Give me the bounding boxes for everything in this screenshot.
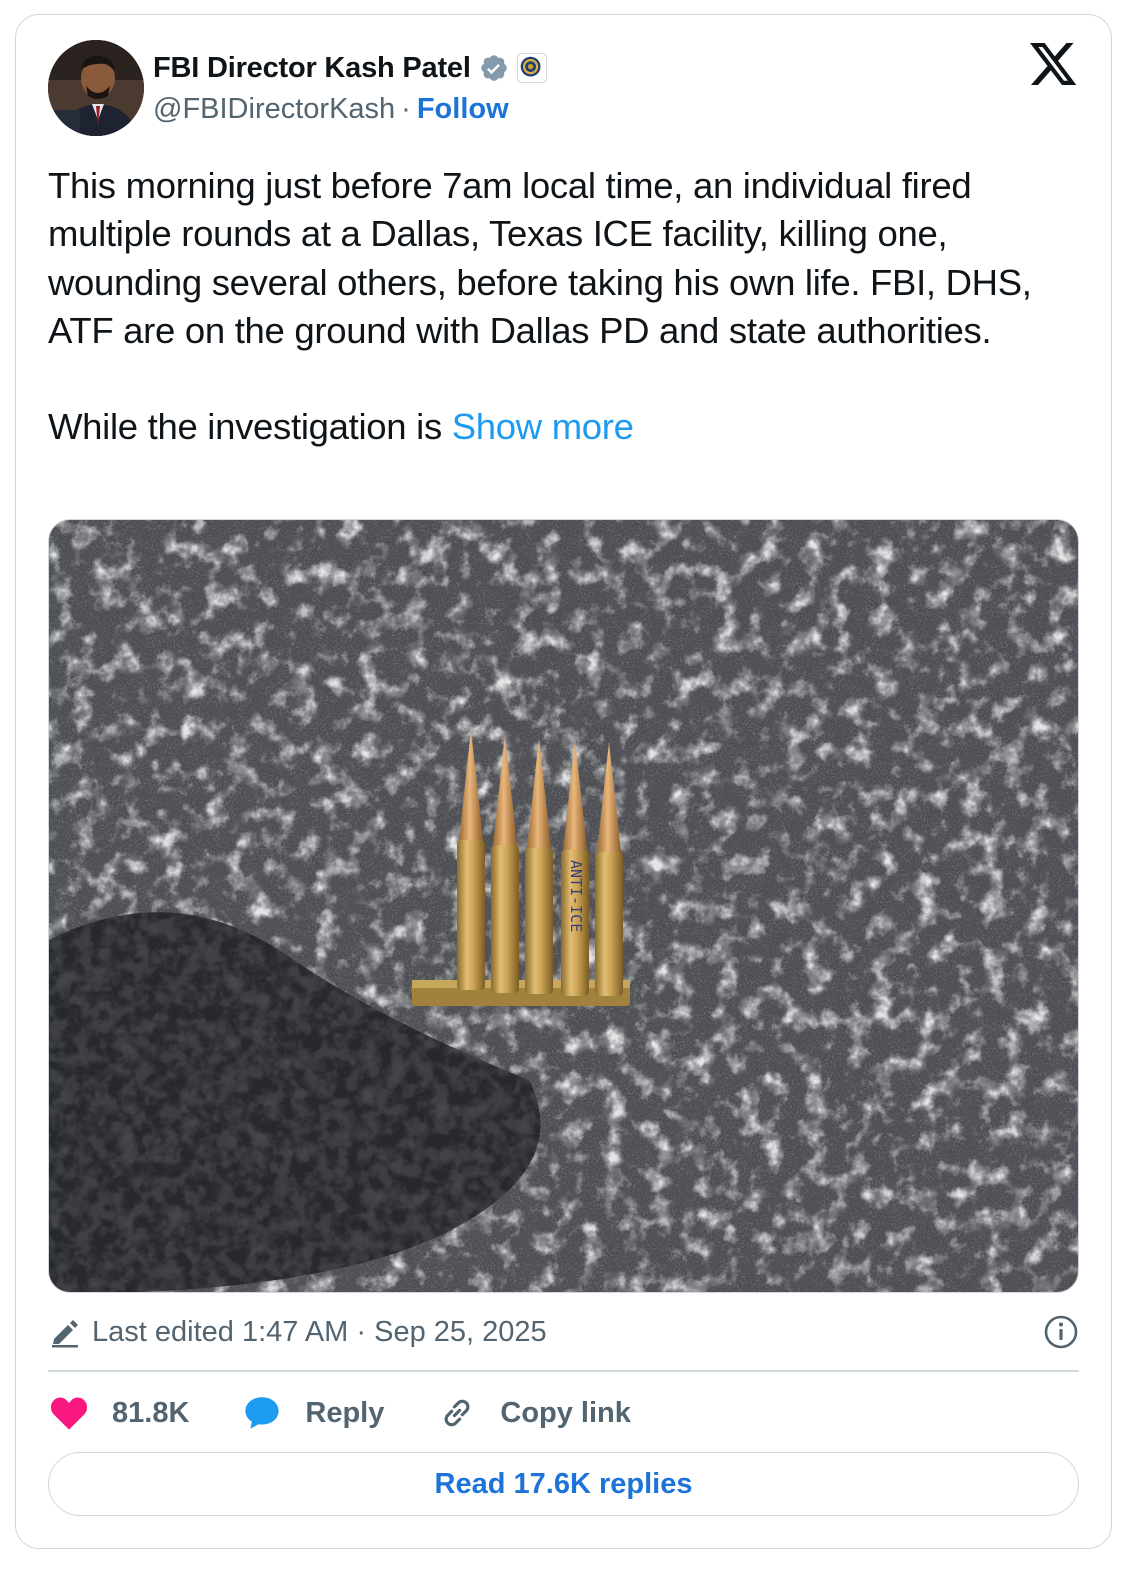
pencil-icon	[48, 1315, 82, 1349]
info-icon[interactable]	[1043, 1314, 1079, 1350]
author-handle-row: @FBIDirectorKash · Follow	[153, 90, 509, 128]
link-icon	[444, 1399, 470, 1427]
like-button[interactable]: 81.8K	[48, 1392, 189, 1434]
last-edited-text[interactable]: Last edited 1:47 AM · Sep 25, 2025	[92, 1316, 547, 1349]
fbi-seal-icon[interactable]	[516, 53, 547, 83]
heart-icon	[50, 1397, 88, 1430]
casing-inscription: ANTI-ICE	[567, 860, 585, 932]
tweet-photo[interactable]: ANTI-ICE	[48, 519, 1079, 1293]
like-count: 81.8K	[112, 1396, 190, 1429]
show-more-link[interactable]: Show more	[452, 406, 634, 447]
x-logo-icon[interactable]	[1030, 43, 1078, 87]
author-name-row: FBI Director Kash Patel	[153, 48, 547, 88]
tweet-paragraph-2: While the investigation is Show more	[48, 403, 1078, 451]
avatar[interactable]	[48, 40, 144, 136]
divider	[48, 1370, 1079, 1372]
author-display-name[interactable]: FBI Director Kash Patel	[153, 52, 471, 85]
tweet-paragraph-1: This morning just before 7am local time,…	[48, 165, 1032, 351]
reply-label: Reply	[305, 1396, 385, 1429]
read-replies-button[interactable]: Read 17.6K replies	[48, 1452, 1079, 1516]
copy-link-button[interactable]: Copy link	[436, 1392, 631, 1434]
tweet-text: This morning just before 7am local time,…	[48, 162, 1078, 451]
tweet-paragraph-2-text: While the investigation is	[48, 406, 452, 448]
copy-link-label: Copy link	[500, 1396, 631, 1429]
reply-button[interactable]: Reply	[241, 1392, 384, 1434]
verified-badge-icon	[479, 53, 509, 83]
separator-dot: ·	[401, 92, 411, 125]
reply-bubble-icon	[245, 1397, 280, 1429]
edited-meta-row: Last edited 1:47 AM · Sep 25, 2025	[48, 1312, 1079, 1352]
follow-button[interactable]: Follow	[417, 93, 509, 126]
action-bar: 81.8K Reply Copy link	[48, 1390, 683, 1436]
author-handle[interactable]: @FBIDirectorKash	[153, 93, 395, 126]
